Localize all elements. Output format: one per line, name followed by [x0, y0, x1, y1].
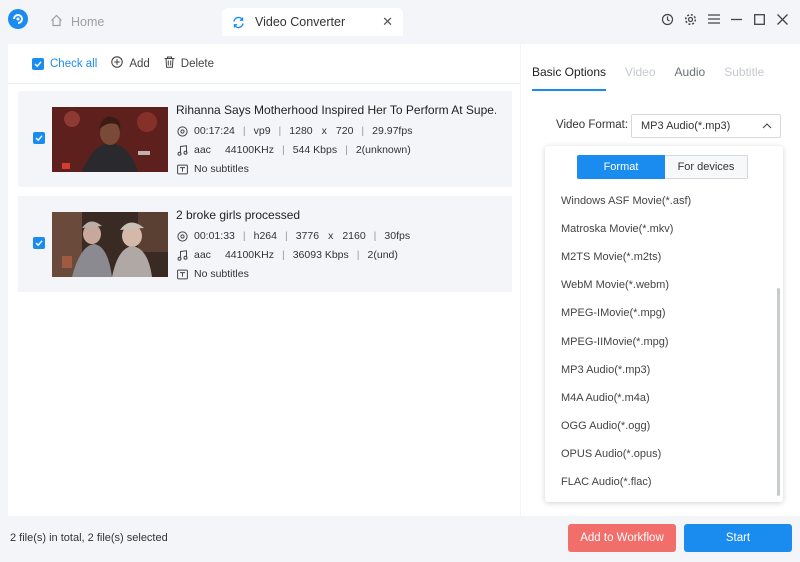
video-format-value: MP3 Audio(*.mp3) [641, 120, 731, 132]
file-name: 2 broke girls processed [176, 208, 301, 222]
video-thumbnail [52, 107, 168, 172]
delete-button[interactable]: Delete [164, 56, 214, 71]
status-text: 2 file(s) in total, 2 file(s) selected [10, 532, 168, 544]
tab-basic-options[interactable]: Basic Options [532, 65, 607, 91]
format-option[interactable]: M2TS Movie(*.m2ts) [561, 243, 691, 271]
bitrate: 36093 Kbps [292, 249, 349, 261]
resolution-width: 3776 [295, 230, 320, 242]
tab-audio[interactable]: Audio [675, 65, 706, 91]
tab-video[interactable]: Video [625, 65, 655, 91]
home-icon [50, 14, 63, 30]
resolution-height: 2160 [342, 230, 366, 242]
format-option[interactable]: OGG Audio(*.ogg) [561, 412, 691, 440]
video-info-row: 00:01:33 | h264 | 3776 x 2160 | 30fps [176, 230, 410, 242]
video-thumbnail [52, 212, 168, 277]
app-logo-icon [8, 9, 28, 29]
resolution-x: x [321, 125, 327, 137]
video-info-row: 00:17:24 | vp9 | 1280 x 720 | 29.97fps [176, 125, 412, 137]
format-option[interactable]: Windows ASF Movie(*.asf) [561, 187, 691, 215]
options-tabs: Basic Options Video Audio Subtitle [532, 65, 764, 91]
add-to-workflow-button[interactable]: Add to Workflow [568, 524, 676, 552]
tab-video-converter[interactable]: Video Converter ✕ [222, 8, 403, 36]
format-option[interactable]: Matroska Movie(*.mkv) [561, 215, 691, 243]
music-icon [176, 144, 188, 156]
tab-video-converter-label: Video Converter [255, 15, 346, 29]
history-icon[interactable] [656, 10, 679, 28]
format-option[interactable]: M4A Audio(*.m4a) [561, 384, 691, 412]
settings-gear-icon[interactable] [679, 10, 702, 28]
music-icon [176, 249, 188, 261]
file-list-panel: Check all Add Delete Rihanna Says Mother… [8, 44, 520, 516]
subtitle-info-row: No subtitles [176, 268, 249, 280]
format-list: Windows ASF Movie(*.asf) Matroska Movie(… [561, 187, 691, 496]
subtitle-icon [176, 163, 188, 175]
file-item[interactable]: Rihanna Says Motherhood Inspired Her To … [18, 91, 512, 187]
tab-home[interactable]: Home [50, 8, 104, 36]
resolution-x: x [328, 230, 334, 242]
format-option[interactable]: FLAC Audio(*.flac) [561, 468, 691, 496]
frame-rate: 30fps [384, 230, 411, 242]
delete-label: Delete [180, 57, 215, 70]
audio-codec: aac [194, 144, 211, 156]
add-icon [111, 56, 124, 71]
video-codec-icon [176, 230, 188, 242]
file-checkbox[interactable] [33, 237, 45, 249]
close-tab-icon[interactable]: ✕ [382, 15, 393, 29]
channels: 2(und) [367, 249, 398, 261]
file-item[interactable]: 2 broke girls processed 00:01:33 | h264 … [18, 196, 512, 292]
duration: 00:01:33 [194, 230, 235, 242]
bitrate: 544 Kbps [292, 144, 338, 156]
start-button[interactable]: Start [684, 524, 792, 552]
frame-rate: 29.97fps [372, 125, 413, 137]
dropdown-tabs: Format For devices [577, 155, 748, 179]
convert-icon [232, 16, 245, 29]
audio-codec: aac [194, 249, 211, 261]
chevron-up-icon [762, 121, 772, 133]
format-option[interactable]: MPEG-IMovie(*.mpg) [561, 299, 691, 327]
subtitles: No subtitles [194, 163, 249, 175]
format-dropdown: Format For devices Windows ASF Movie(*.a… [545, 146, 783, 502]
channels: 2(unknown) [355, 144, 411, 156]
sample-rate: 44100KHz [224, 144, 274, 156]
title-bar: Home Video Converter ✕ [0, 0, 800, 44]
sample-rate: 44100KHz [224, 249, 274, 261]
video-codec: vp9 [253, 125, 271, 137]
video-codec: h264 [253, 230, 277, 242]
close-window-icon[interactable] [771, 10, 794, 28]
subtitle-info-row: No subtitles [176, 163, 249, 175]
maximize-icon[interactable] [748, 10, 771, 28]
tab-home-label: Home [71, 15, 105, 29]
file-name: Rihanna Says Motherhood Inspired Her To … [176, 103, 496, 117]
check-all-button[interactable]: Check all [32, 57, 98, 70]
add-button[interactable]: Add [111, 56, 150, 71]
check-all-checkbox-icon [32, 57, 44, 70]
subtitle-icon [176, 268, 188, 280]
trash-icon [164, 56, 175, 71]
resolution-height: 720 [335, 125, 354, 137]
dropdown-scrollbar[interactable] [777, 288, 780, 496]
tab-format[interactable]: Format [577, 155, 665, 179]
menu-icon[interactable] [702, 10, 725, 28]
check-all-label: Check all [50, 57, 98, 70]
tab-subtitle[interactable]: Subtitle [724, 65, 764, 91]
resolution-width: 1280 [289, 125, 313, 137]
file-checkbox[interactable] [33, 132, 45, 144]
video-codec-icon [176, 125, 188, 137]
file-toolbar: Check all Add Delete [8, 44, 520, 84]
format-option[interactable]: MP3 Audio(*.mp3) [561, 356, 691, 384]
format-option[interactable]: OPUS Audio(*.opus) [561, 440, 691, 468]
minimize-icon[interactable] [725, 10, 748, 28]
add-label: Add [129, 57, 150, 70]
audio-info-row: aac 44100KHz | 544 Kbps | 2(unknown) [176, 144, 411, 156]
subtitles: No subtitles [194, 268, 249, 280]
format-option[interactable]: WebM Movie(*.webm) [561, 271, 691, 299]
audio-info-row: aac 44100KHz | 36093 Kbps | 2(und) [176, 249, 398, 261]
tab-for-devices[interactable]: For devices [665, 155, 748, 179]
video-format-select[interactable]: MP3 Audio(*.mp3) [631, 114, 781, 138]
duration: 00:17:24 [194, 125, 235, 137]
format-option[interactable]: MPEG-IIMovie(*.mpg) [561, 327, 691, 355]
video-format-label: Video Format: [556, 119, 629, 131]
